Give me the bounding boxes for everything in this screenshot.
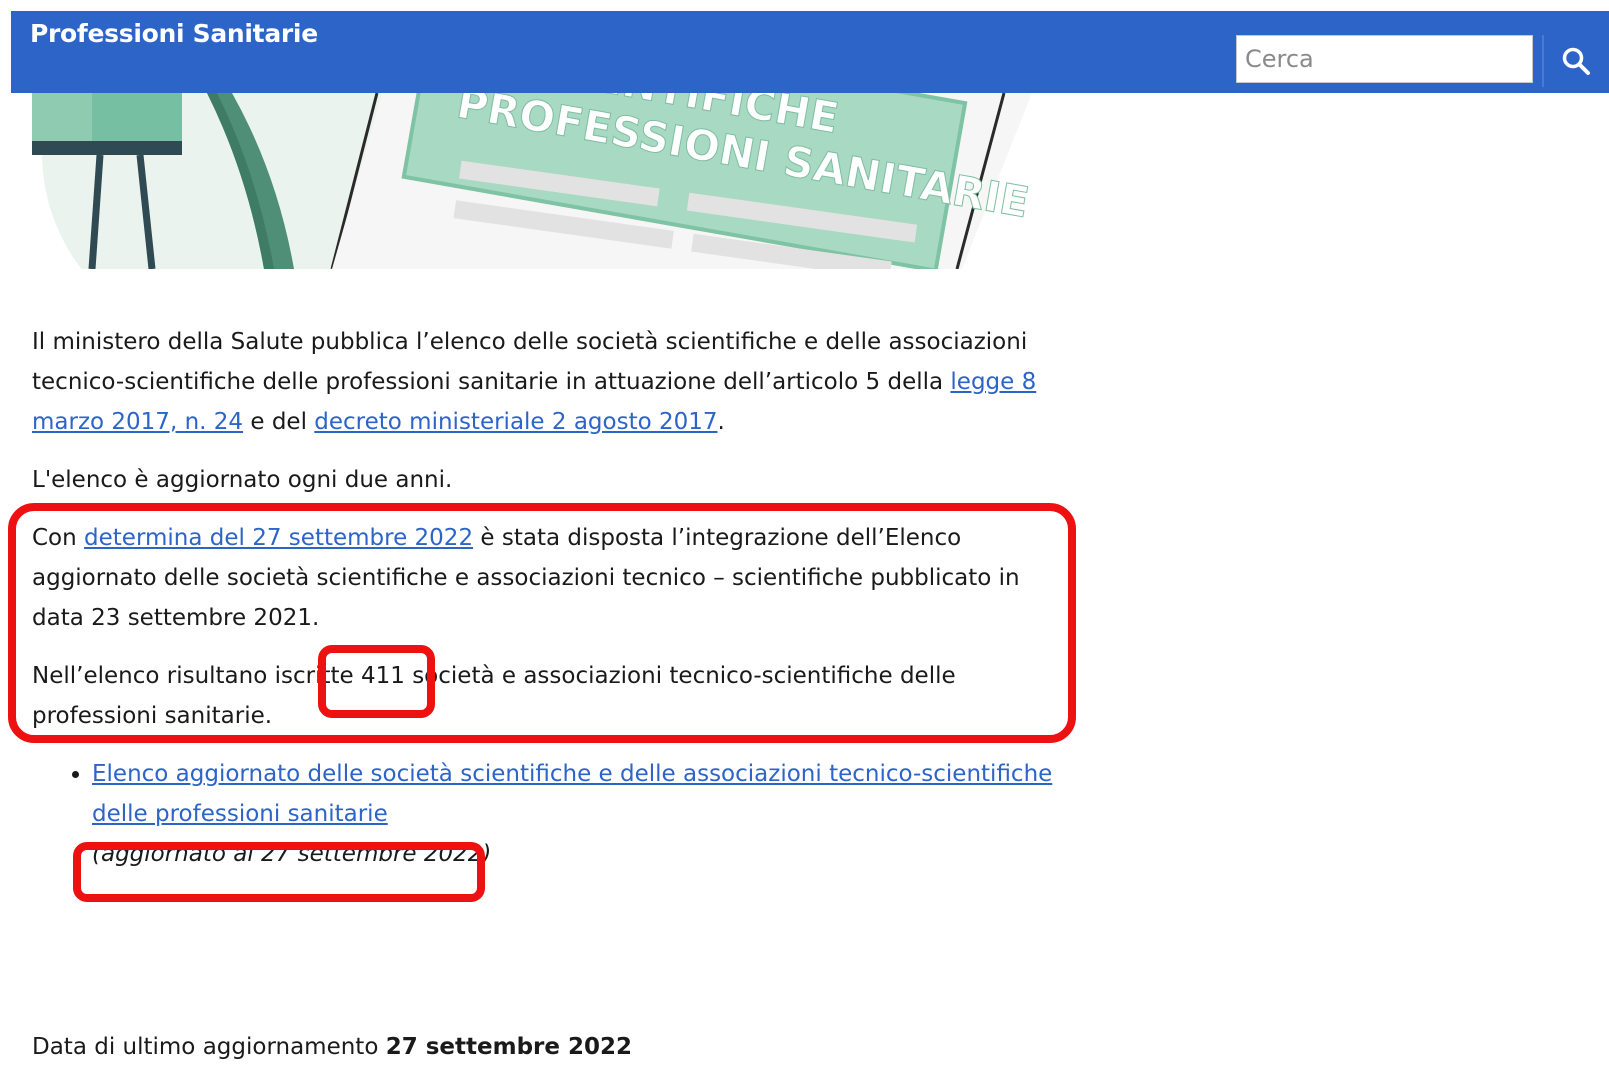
determina-link[interactable]: determina del 27 settembre 2022 [84, 525, 473, 551]
list-item: Elenco aggiornato delle società scientif… [92, 754, 1062, 874]
search-input[interactable] [1236, 35, 1533, 83]
updated-note: (aggiornato al 27 settembre 2022) [92, 841, 492, 867]
count-number: 411 [360, 663, 405, 689]
site-header: Professioni Sanitarie [11, 11, 1609, 93]
elenco-download-link[interactable]: Elenco aggiornato delle società scientif… [92, 761, 1052, 827]
intro-paragraph: Il ministero della Salute pubblica l’ele… [32, 329, 1037, 435]
last-update: Data di ultimo aggiornamento 27 settembr… [32, 1034, 633, 1060]
count-paragraph: Nell’elenco risultano iscritte 411 socie… [32, 663, 956, 729]
main-content: Il ministero della Salute pubblica l’ele… [32, 322, 1062, 874]
search-button[interactable] [1542, 35, 1609, 87]
last-update-date: 27 settembre 2022 [385, 1034, 633, 1060]
document-list: Elenco aggiornato delle società scientif… [32, 754, 1062, 874]
hero-illustration: O-SCIENTIFICHE PROFESSIONI SANITARIE [32, 93, 1048, 269]
decree-link[interactable]: decreto ministeriale 2 agosto 2017 [314, 409, 717, 435]
update-frequency-text: L'elenco è aggiornato ogni due anni. [32, 467, 453, 493]
integration-paragraph: Con determina del 27 settembre 2022 è st… [32, 525, 1020, 631]
site-title[interactable]: Professioni Sanitarie [30, 19, 318, 48]
search-icon [1562, 47, 1590, 75]
